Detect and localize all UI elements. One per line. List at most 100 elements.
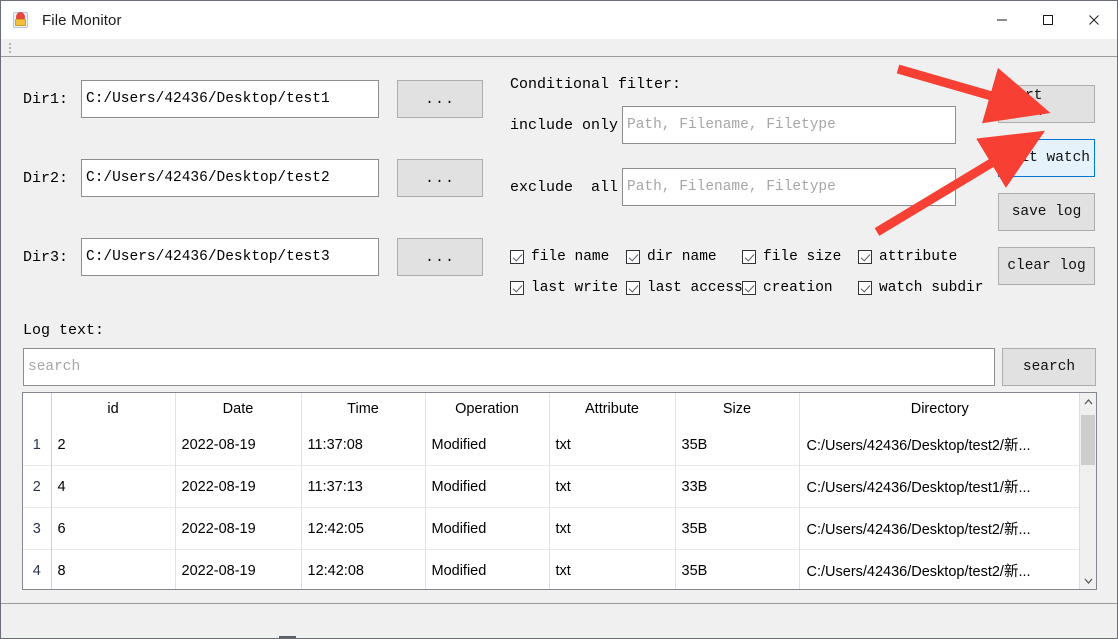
main-panel: Dir1: ... Dir2: ... Dir3: ... Conditiona… [1, 58, 1117, 604]
cell-attribute: txt [549, 507, 676, 550]
dir3-input[interactable] [81, 238, 379, 276]
checkbox-box-icon [742, 281, 756, 295]
cell-directory: C:/Users/42436/Desktop/test2/新... [806, 438, 1031, 454]
watch-options-row-1: file name dir name file size attribute [510, 244, 1000, 270]
file-monitor-icon [12, 11, 30, 29]
column-header-directory[interactable]: Directory [799, 393, 1080, 424]
log-text-label: Log text: [23, 322, 105, 339]
checkbox-watch-subdir[interactable]: watch subdir [858, 280, 983, 296]
cell-time: 11:37:08 [301, 424, 426, 466]
column-header-size[interactable]: Size [675, 393, 800, 424]
checkbox-box-icon [510, 281, 524, 295]
checkbox-creation[interactable]: creation [742, 280, 858, 296]
exclude-all-row: exclude all [510, 168, 956, 206]
cell-id: 6 [51, 507, 176, 550]
cell-directory: C:/Users/42436/Desktop/test2/新... [799, 549, 1080, 589]
dir-row-2: Dir2: ... [23, 159, 483, 197]
column-header-attribute[interactable]: Attribute [549, 393, 676, 424]
include-only-input[interactable] [622, 106, 956, 144]
toolbar-grip-icon[interactable] [9, 43, 12, 53]
cell-date: 2022-08-19 [175, 424, 302, 466]
checkbox-label: file name [531, 249, 610, 265]
cell-attribute: txt [549, 465, 676, 508]
dir3-browse-button[interactable]: ... [397, 238, 483, 276]
exclude-all-input[interactable] [622, 168, 956, 206]
checkbox-file-size[interactable]: file size [742, 249, 858, 265]
table-row[interactable]: 4 8 2022-08-19 12:42:08 Modified txt 35B… [23, 549, 1080, 589]
table-row[interactable]: 2 4 2022-08-19 11:37:13 Modified txt 33B… [23, 465, 1080, 508]
minimize-button[interactable] [979, 1, 1025, 39]
cell-operation: Modified [425, 507, 550, 550]
checkbox-box-icon [626, 250, 640, 264]
checkbox-label: last write [531, 280, 619, 296]
dir2-browse-button[interactable]: ... [397, 159, 483, 197]
checkbox-box-icon [858, 281, 872, 295]
log-table-scrollbar[interactable] [1079, 393, 1096, 589]
row-number: 4 [23, 549, 52, 589]
column-header-id[interactable]: id [51, 393, 176, 424]
cell-size: 35B [675, 549, 800, 589]
dir2-label: Dir2: [23, 169, 69, 187]
cell-id: 2 [51, 424, 176, 466]
row-number: 3 [23, 507, 52, 550]
checkbox-label: attribute [879, 249, 958, 265]
checkbox-file-name[interactable]: file name [510, 249, 626, 265]
watch-options-group: file name dir name file size attribute l… [510, 244, 1000, 301]
column-header-operation[interactable]: Operation [425, 393, 550, 424]
cell-operation: Modified [425, 424, 550, 466]
cell-directory: C:/Users/42436/Desktop/test2/新... [799, 507, 1080, 550]
checkbox-attribute[interactable]: attribute [858, 249, 957, 265]
column-header-time[interactable]: Time [301, 393, 426, 424]
status-bar [1, 603, 1117, 638]
maximize-button[interactable] [1025, 1, 1071, 39]
cell-time: 12:42:08 [301, 549, 426, 589]
file-monitor-window: File Monitor Dir1: ... Dir2: ... [0, 0, 1118, 639]
scrollbar-thumb[interactable] [1081, 415, 1095, 465]
cell-size: 33B [675, 465, 800, 508]
toolbar-strip [1, 39, 1117, 57]
cell-date: 2022-08-19 [175, 465, 302, 508]
window-title: File Monitor [42, 11, 122, 29]
cell-operation: Modified [425, 465, 550, 508]
checkbox-last-write[interactable]: last write [510, 280, 626, 296]
checkbox-dir-name[interactable]: dir name [626, 249, 742, 265]
window-controls [979, 1, 1117, 39]
column-header-rownum [23, 393, 52, 424]
dir1-label: Dir1: [23, 90, 69, 108]
cell-time: 11:37:13 [301, 465, 426, 508]
dir1-input[interactable] [81, 80, 379, 118]
log-table: id Date Time Operation Attribute Size Di… [23, 393, 1080, 589]
dir-row-3: Dir3: ... [23, 238, 483, 276]
cell-date: 2022-08-19 [175, 507, 302, 550]
clear-log-button[interactable]: clear log [998, 247, 1095, 285]
dir2-input[interactable] [81, 159, 379, 197]
checkbox-label: dir name [647, 249, 717, 265]
table-row[interactable]: 1 2 2022-08-19 11:37:08 Modified txt 35B… [23, 424, 1080, 466]
scroll-up-icon[interactable] [1080, 393, 1096, 410]
watch-options-row-2: last write last access creation watch su… [510, 275, 1000, 301]
cell-attribute: txt [549, 549, 676, 589]
checkbox-last-access[interactable]: last access [626, 280, 743, 296]
start-watch-button[interactable]: start watch [998, 85, 1095, 123]
cell-operation: Modified [425, 549, 550, 589]
exclude-all-label: exclude all [510, 178, 619, 196]
cell-attribute: txt [549, 424, 676, 466]
search-input[interactable] [23, 348, 995, 386]
exit-watch-button[interactable]: exit watch [998, 139, 1095, 177]
cell-id: 4 [51, 465, 176, 508]
checkbox-label: watch subdir [879, 280, 984, 296]
checkbox-box-icon [858, 250, 872, 264]
cell-date: 2022-08-19 [175, 549, 302, 589]
window-titlebar: File Monitor [1, 1, 1117, 39]
close-button[interactable] [1071, 1, 1117, 39]
table-row[interactable]: 3 6 2022-08-19 12:42:05 Modified txt 35B… [23, 507, 1080, 550]
dir3-label: Dir3: [23, 248, 69, 266]
save-log-button[interactable]: save log [998, 193, 1095, 231]
scroll-down-icon[interactable] [1080, 572, 1096, 589]
checkbox-box-icon [626, 281, 640, 295]
dir1-browse-button[interactable]: ... [397, 80, 483, 118]
checkbox-box-icon [742, 250, 756, 264]
column-header-date[interactable]: Date [175, 393, 302, 424]
search-button[interactable]: search [1002, 348, 1096, 386]
checkbox-label: creation [763, 280, 833, 296]
